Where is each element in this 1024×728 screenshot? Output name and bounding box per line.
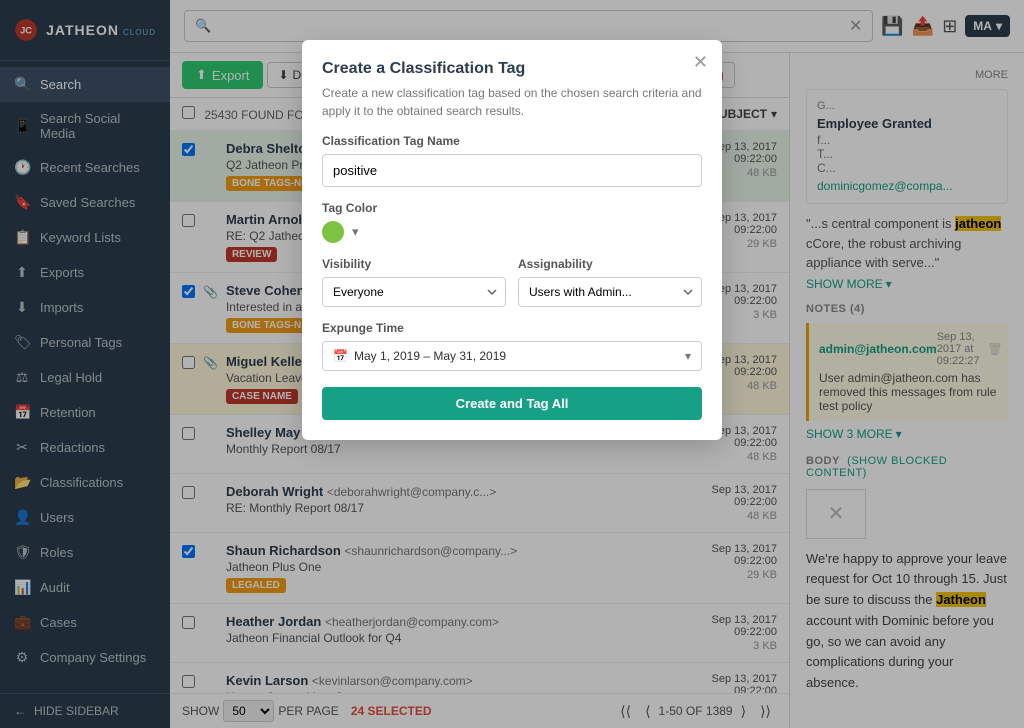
- color-chevron-icon[interactable]: ▾: [352, 224, 359, 240]
- date-range-text: May 1, 2019 – May 31, 2019: [354, 349, 679, 363]
- create-button-label: Create and Tag All: [456, 396, 569, 411]
- tag-color-label: Tag Color: [322, 201, 702, 215]
- assignability-select[interactable]: Users with Admin... All Users: [518, 277, 702, 307]
- assignability-label: Assignability: [518, 257, 702, 271]
- modal-close-btn[interactable]: ✕: [693, 52, 708, 73]
- expunge-label: Expunge Time: [322, 321, 702, 335]
- visibility-label: Visibility: [322, 257, 506, 271]
- visibility-field: Visibility Everyone Admins Only: [322, 257, 506, 307]
- tag-name-input[interactable]: [322, 154, 702, 187]
- visibility-select[interactable]: Everyone Admins Only: [322, 277, 506, 307]
- color-swatch[interactable]: [322, 221, 344, 243]
- assignability-field: Assignability Users with Admin... All Us…: [518, 257, 702, 307]
- create-tag-button[interactable]: Create and Tag All: [322, 387, 702, 420]
- calendar-icon: 📅: [333, 349, 348, 363]
- classification-modal: ✕ Create a Classification Tag Create a n…: [302, 40, 722, 440]
- tag-name-label: Classification Tag Name: [322, 134, 702, 148]
- modal-subtitle: Create a new classification tag based on…: [322, 84, 702, 120]
- modal-overlay[interactable]: ✕ Create a Classification Tag Create a n…: [0, 0, 1024, 728]
- expunge-row: Expunge Time 📅 May 1, 2019 – May 31, 201…: [322, 321, 702, 371]
- color-row: ▾: [322, 221, 702, 243]
- visibility-assignability-row: Visibility Everyone Admins Only Assignab…: [322, 257, 702, 307]
- date-chevron-icon: ▾: [685, 349, 691, 363]
- date-range-input[interactable]: 📅 May 1, 2019 – May 31, 2019 ▾: [322, 341, 702, 371]
- modal-title: Create a Classification Tag: [322, 60, 702, 78]
